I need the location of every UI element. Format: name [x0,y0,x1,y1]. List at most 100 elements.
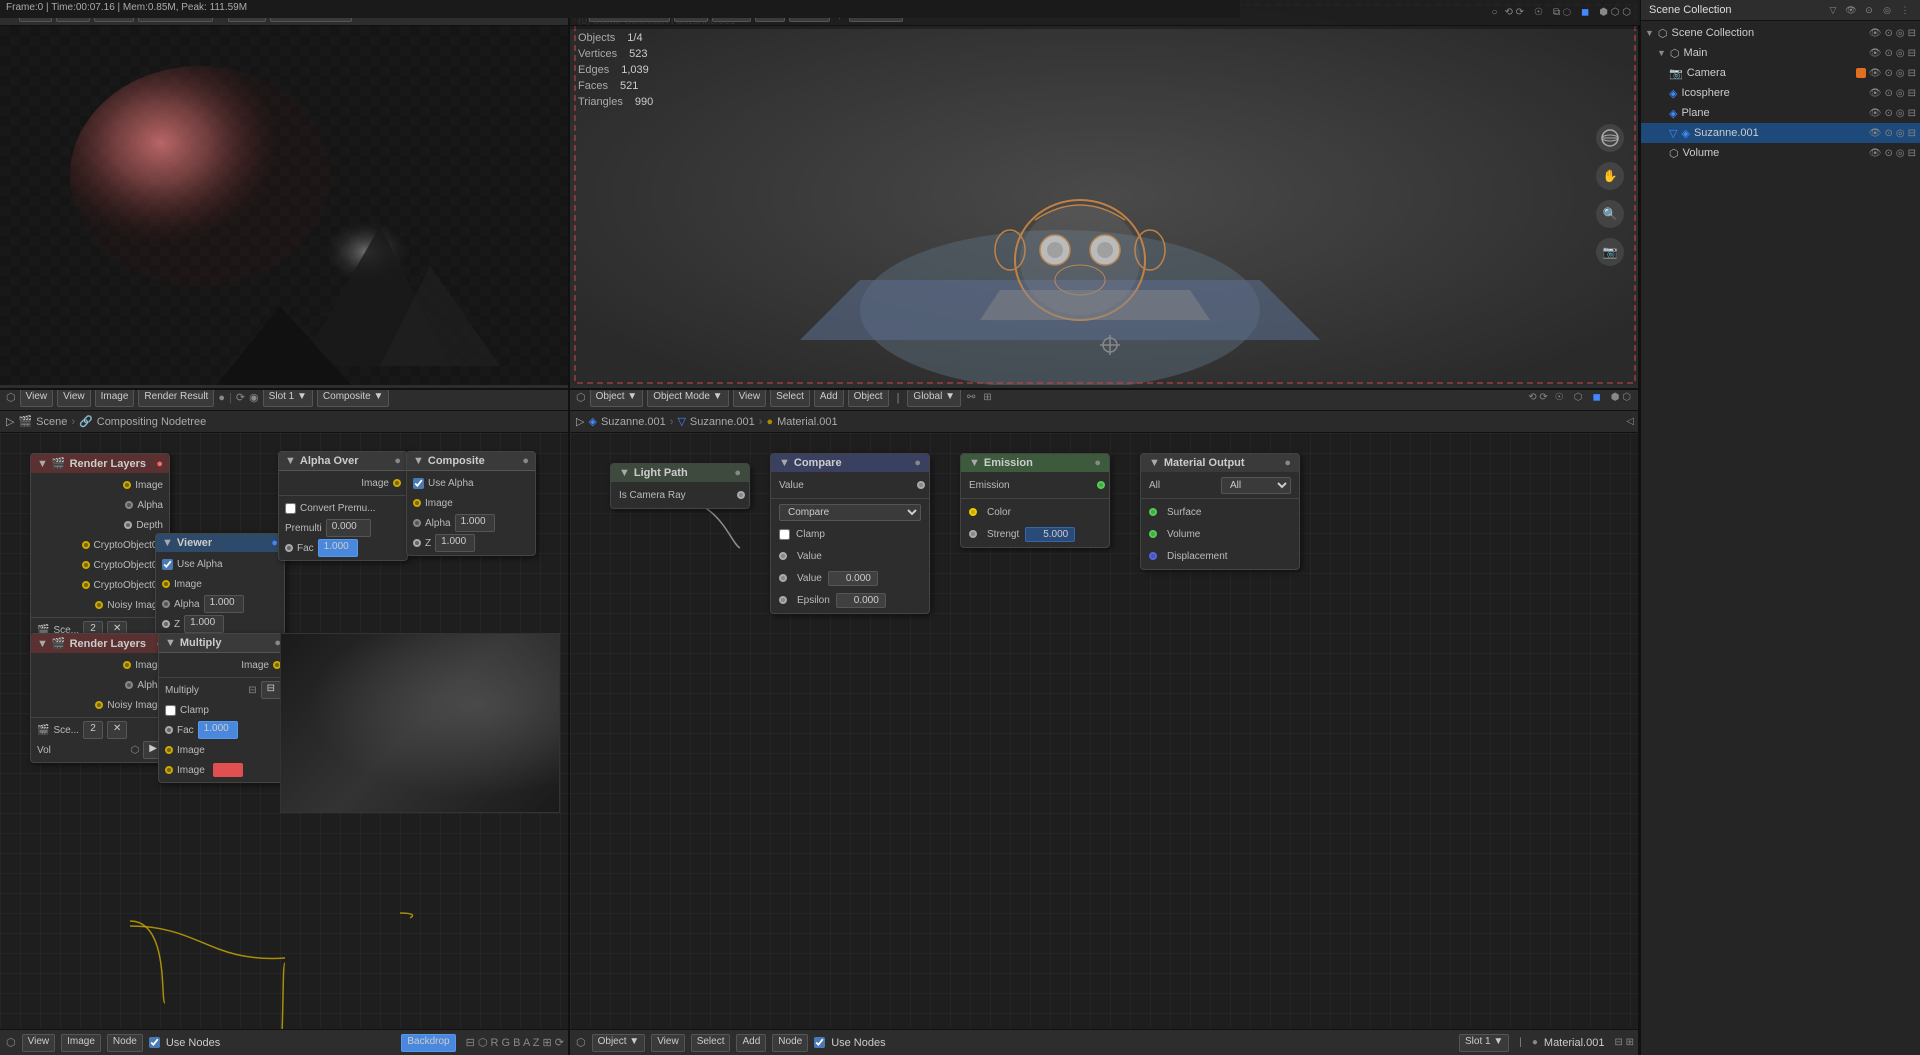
sbb-slot1-btn[interactable]: Slot 1 ▼ [1459,1034,1509,1052]
sb-collapse[interactable]: ◁ [1626,416,1634,427]
sc-render-icon[interactable]: ◎ [1880,3,1894,17]
node-viewer[interactable]: ▼ Viewer ● Use Alpha Image Alpha 1.000 [155,533,285,637]
sc-item-main[interactable]: ▼ ⬡ Main 👁 ⊙ ◎ ⊟ [1641,43,1920,63]
node-multiply[interactable]: ▼ Multiply ● Image Multiply ⊟ ⊟ Clamp [158,633,288,783]
node-render-layers-1[interactable]: ▼ 🎬 Render Layers ● Image Alpha Depth [30,453,170,643]
stat-label-edges: Edges [578,62,609,78]
nb-view-btn[interactable]: View [22,1034,56,1052]
z-v-val[interactable]: 1.000 [184,615,224,633]
snode-compare[interactable]: ▼ Compare ● Value Compare Clamp [770,453,930,614]
orbit-icon[interactable] [1596,124,1624,152]
nb-backdrop-btn[interactable]: Backdrop [401,1034,455,1052]
shader-object-btn2[interactable]: Object [848,389,889,407]
node-render-layers-2[interactable]: ▼ 🎬 Render Layers ● Image Alpha Noisy Im… [30,633,170,763]
viewport-3d[interactable]: Camera Perspective (0) Scene Collection … [570,0,1640,390]
alpha-c-val[interactable]: 1.000 [455,514,495,532]
snode-collapse-compare[interactable]: ▼ [779,457,790,469]
scene-del2[interactable]: ✕ [107,721,127,739]
sc-more-icon[interactable]: ⋮ [1898,3,1912,17]
snode-emission[interactable]: ▼ Emission ● Emission Color Strengt 5.00… [960,453,1110,548]
snode-collapse-matout[interactable]: ▼ [1149,457,1160,469]
epsilon-field[interactable]: 0.000 [836,593,886,608]
node-collapse-ao[interactable]: ▼ [285,455,296,467]
snode-collapse-lp[interactable]: ▼ [619,467,630,479]
node-row-image1: Image [31,475,169,495]
snode-row-val1: Value 0.000 [771,567,929,589]
snode-light-path[interactable]: ▼ Light Path ● Is Camera Ray [610,463,750,509]
socket-img-ao-out [393,479,401,487]
sc-item-camera[interactable]: 📷 Camera 👁 ⊙ ◎ ⊟ [1641,63,1920,83]
stat-label-objects: Objects [578,30,615,46]
expand-icon: ▼ [1645,28,1654,38]
sb-expand[interactable]: ▷ [576,415,584,428]
nb-node-btn[interactable]: Node [107,1034,143,1052]
snode-body-emission: Emission Color Strengt 5.000 [961,472,1109,547]
node-collapse-rl1[interactable]: ▼ [37,458,48,470]
node-row-noisy1: Noisy Image [31,595,169,615]
shader-add-btn[interactable]: Add [814,389,844,407]
sbb-add-btn[interactable]: Add [736,1034,766,1052]
comp-image-btn[interactable]: Image [95,389,135,407]
node-alpha-over[interactable]: ▼ Alpha Over ● Image Convert Premu... Pr… [278,451,408,561]
comp-node-canvas[interactable]: ▼ 🎬 Render Layers ● Image Alpha Depth [0,433,570,1029]
camera-icon[interactable]: 📷 [1596,238,1624,266]
premul-val[interactable]: 0.000 [326,519,371,537]
shader-view-btn[interactable]: View [733,389,767,407]
sc-item-volume[interactable]: ⬡ Volume 👁 ⊙ ◎ ⊟ [1641,143,1920,163]
comp-view2-btn[interactable]: View [57,389,91,407]
sc-item-suzanne[interactable]: ▽ ◈ Suzanne.001 👁 ⊙ ◎ ⊟ [1641,123,1920,143]
comp-ne-composite-btn[interactable]: Composite ▼ [317,389,389,407]
all-dropdown[interactable]: All [1221,477,1291,494]
sbb-node-btn[interactable]: Node [772,1034,808,1052]
comp-view-btn[interactable]: View [20,389,54,407]
shader-select-btn[interactable]: Select [770,389,810,407]
sc-filter-icon[interactable]: ▽ [1826,3,1840,17]
alpha-v-val[interactable]: 1.000 [204,595,244,613]
sc-item-icosphere[interactable]: ◈ Icosphere 👁 ⊙ ◎ ⊟ [1641,83,1920,103]
sc-select-icon[interactable]: ⊙ [1862,3,1876,17]
snode-collapse-emission[interactable]: ▼ [969,457,980,469]
sbb-use-nodes-cb[interactable] [814,1037,825,1048]
compare-dropdown[interactable]: Compare [779,504,921,521]
scene-val2[interactable]: 2 [83,721,103,739]
strength-val[interactable]: 5.000 [1025,527,1075,542]
comp-ne-slot1-btn[interactable]: Slot 1 ▼ [263,389,313,407]
use-alpha-c-cb[interactable] [413,478,424,489]
snode-material-output[interactable]: ▼ Material Output ● All All Surface [1140,453,1300,570]
pan-icon[interactable]: ✋ [1596,162,1624,190]
sbb-icon: ⬡ [576,1036,586,1049]
node-collapse-rl2[interactable]: ▼ [37,638,48,650]
val1-field[interactable]: 0.000 [828,571,878,586]
clamp-m-cb[interactable] [165,705,176,716]
snode-row-is-camera: Is Camera Ray [611,484,749,506]
shader-object-btn[interactable]: Object ▼ [590,389,644,407]
use-alpha-v-cb[interactable] [162,559,173,570]
fac-m-val[interactable]: 1.000 [198,721,238,739]
sc-eye-icon[interactable]: 👁 [1844,3,1858,17]
node-collapse-composite[interactable]: ▼ [413,455,424,467]
node-composite[interactable]: ▼ Composite ● Use Alpha Image Alpha 1.00… [406,451,536,556]
sc-item-plane[interactable]: ◈ Plane 👁 ⊙ ◎ ⊟ [1641,103,1920,123]
z-c-val[interactable]: 1.000 [435,534,475,552]
sbb-view-btn[interactable]: View [651,1034,685,1052]
use-nodes-cb[interactable] [149,1037,160,1048]
shader-objmode-btn[interactable]: Object Mode ▼ [647,389,728,407]
clamp-compare-cb[interactable] [779,529,790,540]
shader-canvas[interactable]: ▼ Light Path ● Is Camera Ray ▼ Compare ●… [570,433,1640,1029]
label-fac-ao: Fac [297,543,314,554]
nb-image-btn[interactable]: Image [61,1034,101,1052]
node-collapse-multiply[interactable]: ▼ [165,637,176,649]
node-collapse-viewer[interactable]: ▼ [162,537,173,549]
node-title-composite: Composite [428,455,485,467]
bc-expand[interactable]: ▷ [6,415,14,428]
zoom-icon[interactable]: 🔍 [1596,200,1624,228]
multiply-type-btn[interactable]: ⊟ [261,681,281,699]
sbb-select-btn[interactable]: Select [691,1034,731,1052]
sbb-object-btn[interactable]: Object ▼ [592,1034,646,1052]
node-title-rl2: Render Layers [70,638,146,650]
shader-global-btn[interactable]: Global ▼ [907,389,961,407]
comp-render-result-btn[interactable]: Render Result [138,389,214,407]
fac-ao-val[interactable]: 1.000 [318,539,358,557]
sc-item-scene-collection[interactable]: ▼ ⬡ Scene Collection 👁 ⊙ ◎ ⊟ [1641,23,1920,43]
conv-pre-cb[interactable] [285,503,296,514]
